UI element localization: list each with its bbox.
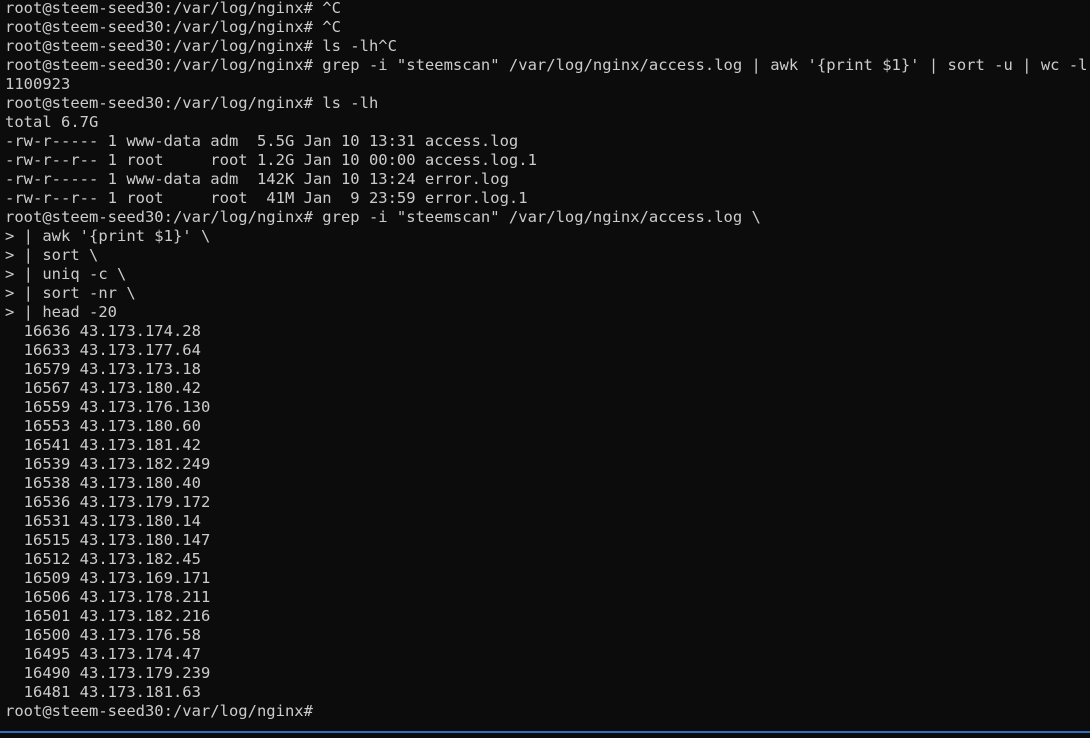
terminal-line: -rw-r----- 1 www-data adm 142K Jan 10 13… [5,170,509,188]
terminal-line: > | uniq -c \ [5,265,127,283]
terminal-line: 16538 43.173.180.40 [5,474,201,492]
terminal-line: 1100923 [5,75,71,93]
terminal-prompt-line[interactable]: root@steem-seed30:/var/log/nginx# [5,702,1088,721]
window-bottom-border [0,731,1090,738]
terminal-window[interactable]: root@steem-seed30:/var/log/nginx# ^C roo… [0,0,1090,731]
terminal-line: > | sort \ [5,246,99,264]
terminal-line: 16515 43.173.180.147 [5,531,211,549]
terminal-line: root@steem-seed30:/var/log/nginx# ls -lh… [5,37,397,55]
terminal-line: root@steem-seed30:/var/log/nginx# ls -lh [5,94,379,112]
terminal-line: 16541 43.173.181.42 [5,436,201,454]
terminal-line: -rw-r--r-- 1 root root 1.2G Jan 10 00:00… [5,151,537,169]
terminal-line: total 6.7G [5,113,99,131]
terminal-line: > | head -20 [5,303,117,321]
terminal-line: > | sort -nr \ [5,284,136,302]
terminal-line: 16579 43.173.173.18 [5,360,201,378]
terminal-line: 16501 43.173.182.216 [5,607,211,625]
terminal-line: 16536 43.173.179.172 [5,493,211,511]
terminal-line: 16539 43.173.182.249 [5,455,211,473]
terminal-line: 16490 43.173.179.239 [5,664,211,682]
terminal-line: 16567 43.173.180.42 [5,379,201,397]
terminal-line: 16553 43.173.180.60 [5,417,201,435]
terminal-line: 16509 43.173.169.171 [5,569,211,587]
terminal-line: 16636 43.173.174.28 [5,322,201,340]
terminal-line: 16500 43.173.176.58 [5,626,201,644]
terminal-line: 16481 43.173.181.63 [5,683,201,701]
terminal-line: 16633 43.173.177.64 [5,341,201,359]
terminal-line: 16506 43.173.178.211 [5,588,211,606]
terminal-line: -rw-r----- 1 www-data adm 5.5G Jan 10 13… [5,132,519,150]
terminal-prompt: root@steem-seed30:/var/log/nginx# [5,702,323,720]
terminal-line: -rw-r--r-- 1 root root 41M Jan 9 23:59 e… [5,189,528,207]
terminal-line: root@steem-seed30:/var/log/nginx# ^C [5,18,341,36]
terminal-line: 16531 43.173.180.14 [5,512,201,530]
terminal-line: root@steem-seed30:/var/log/nginx# grep -… [5,208,761,226]
terminal-line: 16495 43.173.174.47 [5,645,201,663]
terminal-line: 16512 43.173.182.45 [5,550,201,568]
terminal-output: root@steem-seed30:/var/log/nginx# ^C roo… [5,0,1088,721]
terminal-line: 16559 43.173.176.130 [5,398,211,416]
terminal-line: root@steem-seed30:/var/log/nginx# grep -… [5,56,1088,74]
terminal-line: root@steem-seed30:/var/log/nginx# ^C [5,0,341,17]
terminal-line: > | awk '{print $1}' \ [5,227,211,245]
